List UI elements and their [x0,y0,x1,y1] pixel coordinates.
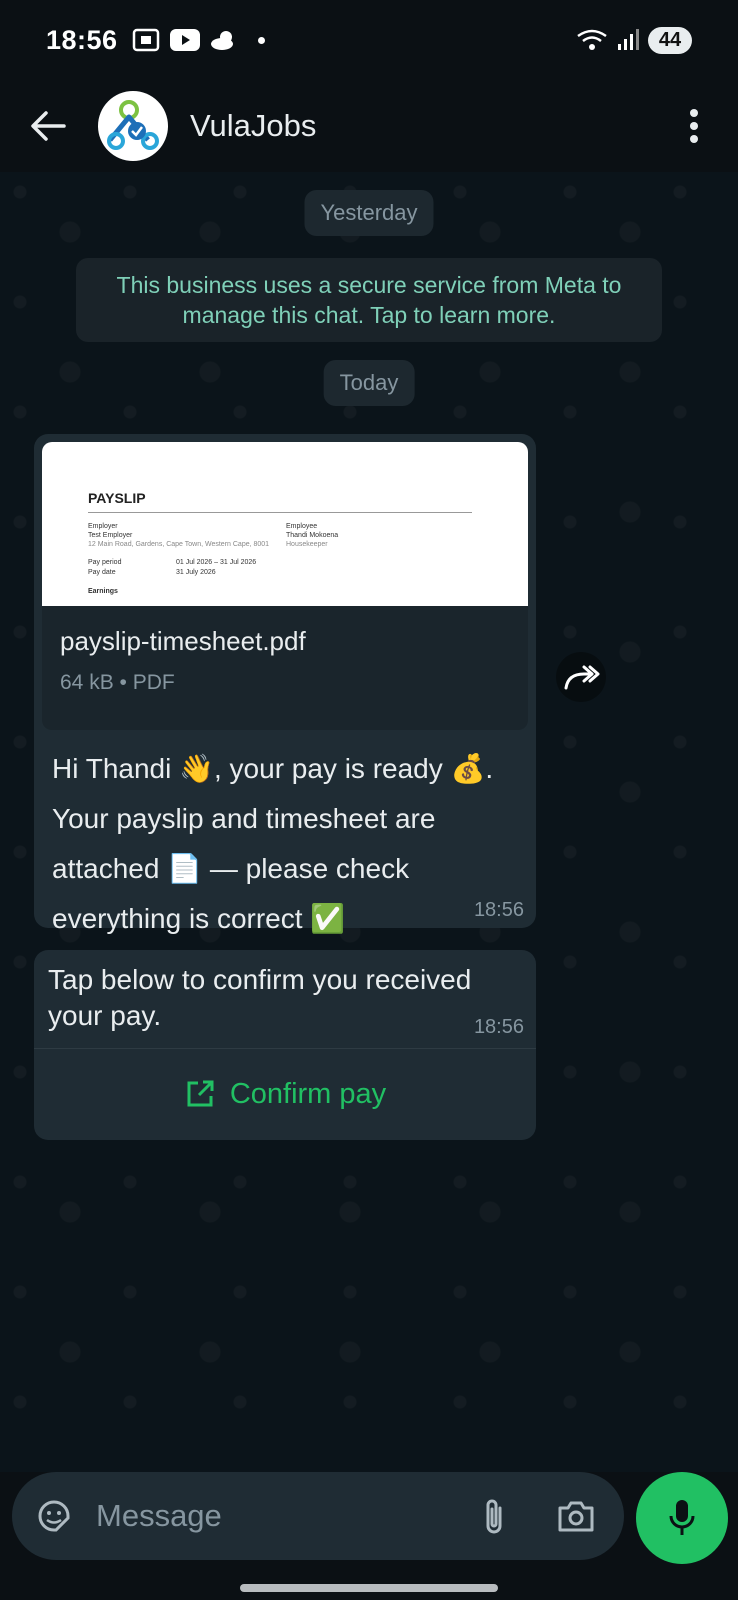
confirm-pay-label: Confirm pay [229,1077,387,1110]
battery-indicator: 44 [648,26,692,54]
confirm-message-bubble: Tap below to confirm you received your p… [34,950,536,1140]
pdf-preview[interactable]: PAYSLIP Employer Test Employer 12 Main R… [42,442,528,606]
forward-button[interactable] [556,652,606,702]
employee-name: Thandi Mokoena [286,532,339,539]
document-info[interactable]: payslip-timesheet.pdf 64 kB • PDF [42,606,528,730]
home-indicator[interactable] [240,1584,498,1592]
confirm-pay-button[interactable]: Confirm pay [34,1049,536,1139]
signal-icon [618,29,639,50]
message-input-bar: Message [0,1472,738,1600]
message-input[interactable]: Message [96,1498,222,1534]
date-divider-today: Today [323,360,415,406]
back-button[interactable] [18,96,78,156]
arrow-left-icon [31,111,66,141]
pay-period-value: 01 Jul 2026 – 31 Jul 2026 [176,559,257,566]
meta-security-notice[interactable]: This business uses a secure service from… [76,258,662,342]
employer-label: Employer [88,523,118,530]
external-link-icon [187,1080,214,1107]
youtube-icon [169,29,200,51]
pay-date-label: Pay date [88,569,116,576]
employer-address: 12 Main Road, Gardens, Cape Town, Wester… [88,541,270,548]
pay-labels: Pay period Pay date [88,558,121,578]
employee-block: Employee Thandi Mokoena Housekeeper [286,522,338,549]
system-icons: 44 [576,26,692,54]
kebab-menu-icon [690,109,698,143]
message-text: Hi Thandi 👋, your pay is ready 💰. Your p… [42,744,528,944]
status-bar: 18:56 44 [0,0,738,80]
status-time: 18:56 [46,24,118,55]
avatar[interactable] [98,91,168,161]
document-message-bubble[interactable]: PAYSLIP Employer Test Employer 12 Main R… [34,434,536,935]
forward-icon [564,665,600,690]
pay-values: 01 Jul 2026 – 31 Jul 2026 31 July 2026 [176,558,256,578]
employer-name: Test Employer [88,532,133,539]
message-part: Hi Thandi [52,753,180,784]
waving-hand-icon: 👋 [179,752,214,785]
weather-icon [210,31,233,50]
employee-role: Housekeeper [286,541,328,548]
more-options-button[interactable] [674,96,714,156]
chat-header: VulaJobs [0,80,738,172]
screenshot-icon [132,28,159,52]
message-timestamp: 18:56 [473,899,524,921]
date-divider-yesterday: Yesterday [304,190,434,236]
confirm-text: Tap below to confirm you received your p… [48,964,472,1031]
document-file-meta: 64 kB • PDF [60,671,175,694]
employer-block: Employer Test Employer 12 Main Road, Gar… [88,522,269,549]
message-field[interactable]: Message [12,1472,624,1560]
camera-icon[interactable] [556,1498,596,1534]
employee-label: Employee [286,523,318,530]
money-bag-icon: 💰 [450,752,486,785]
pay-date-value: 31 July 2026 [176,569,216,576]
microphone-icon [669,1500,695,1535]
chat-area[interactable]: Yesterday This business uses a secure se… [0,172,738,1472]
document-file-name: payslip-timesheet.pdf [60,626,306,656]
document-icon: 📄 [167,852,203,885]
earnings-label: Earnings [88,588,118,595]
voice-message-button[interactable] [636,1472,728,1564]
vulajobs-logo-icon [107,100,159,150]
payslip-title: PAYSLIP [88,490,146,506]
pay-period-label: Pay period [88,559,122,566]
notification-icons [132,28,265,52]
attach-icon[interactable] [480,1496,508,1536]
chat-title[interactable]: VulaJobs [190,108,316,144]
dot-icon [257,36,265,44]
sticker-icon[interactable] [34,1496,74,1536]
message-part: , your pay is ready [213,753,451,784]
check-mark-icon: ✅ [310,902,346,935]
payslip-rule [88,512,472,513]
confirm-timestamp: 18:56 [473,1016,524,1038]
wifi-icon [577,29,607,50]
